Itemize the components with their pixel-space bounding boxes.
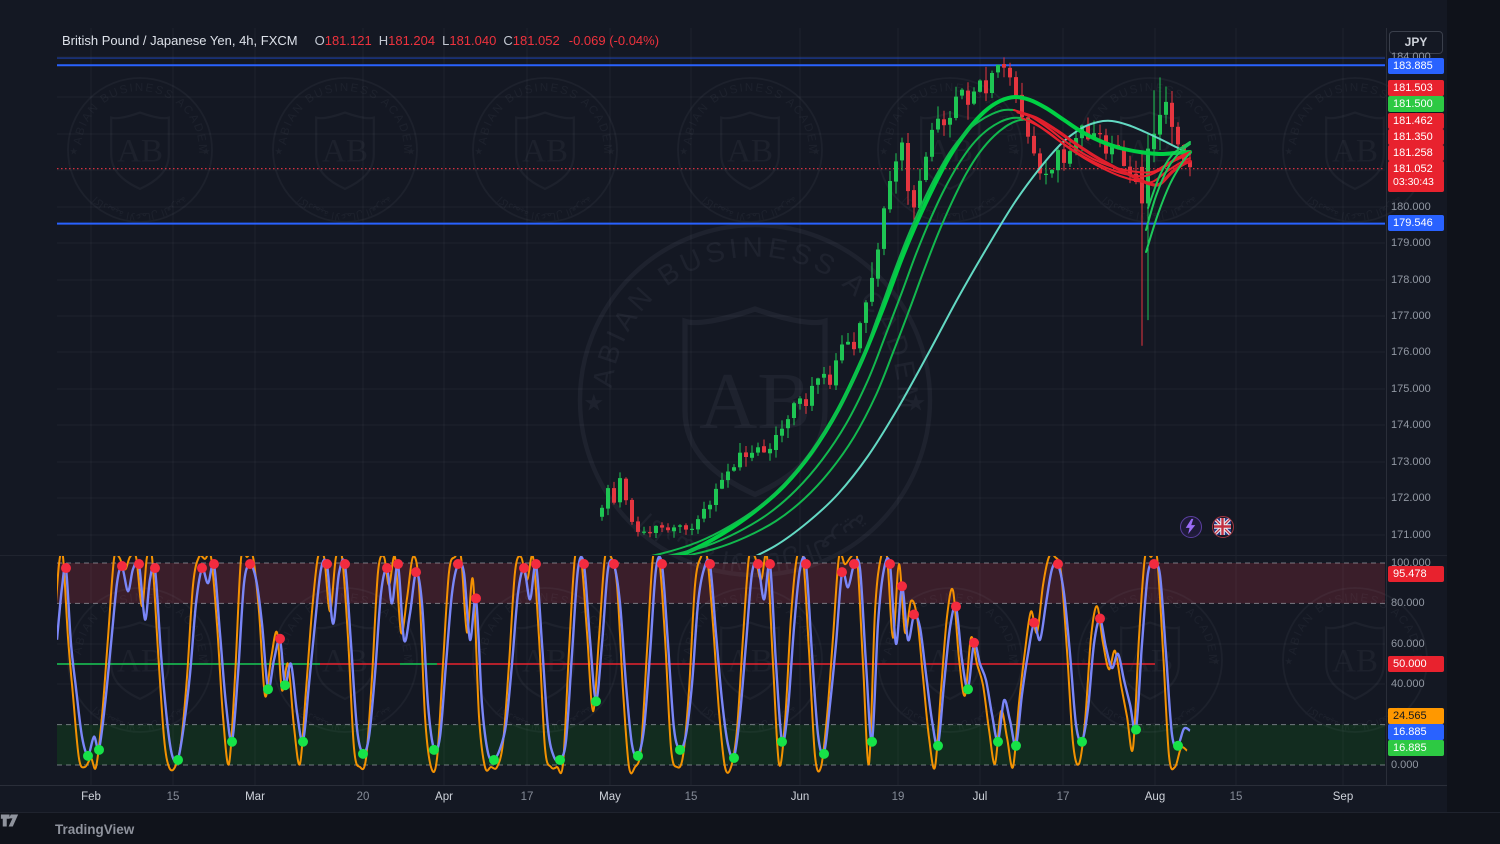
price-tag-183.885[interactable]: 183.885 (1388, 58, 1444, 74)
countdown-timer: 03:30:43 (1393, 176, 1444, 189)
time-label-15: 15 (1230, 791, 1243, 803)
ohlc-close-label: C (503, 33, 512, 48)
tradingview-logo[interactable]: TradingView (55, 822, 134, 837)
time-label-17: 17 (1057, 791, 1070, 803)
price-grid-label: 175.000 (1391, 382, 1447, 397)
price-grid-label: 171.000 (1391, 528, 1447, 543)
ohlc-low-value: 181.040 (449, 33, 496, 48)
price-tag-181.503[interactable]: 181.503 (1388, 80, 1444, 96)
oscillator-grid-label: 40.000 (1391, 677, 1447, 692)
time-label-20: 20 (357, 791, 370, 803)
lightning-icon[interactable] (1180, 516, 1202, 538)
price-change: -0.069 (-0.04%) (569, 33, 659, 48)
oscillator-tag-95.478[interactable]: 95.478 (1388, 566, 1444, 582)
chart-canvas[interactable]: ARABIAN BUSINESS ACADEMYأكاديمية الأعمال… (0, 0, 1500, 844)
price-grid-label: 176.000 (1391, 345, 1447, 360)
time-label-Jun: Jun (791, 791, 810, 803)
price-grid-label: 177.000 (1391, 309, 1447, 324)
oscillator-tag-24.565[interactable]: 24.565 (1388, 708, 1444, 724)
time-label-Apr: Apr (435, 791, 453, 803)
time-label-19: 19 (892, 791, 905, 803)
oscillator-grid-label: 0.000 (1391, 758, 1447, 773)
tradingview-logo-icon (0, 813, 19, 828)
time-label-Aug: Aug (1145, 791, 1165, 803)
price-grid-label: 172.000 (1391, 491, 1447, 506)
oscillator-tag-16.885[interactable]: 16.885 (1388, 740, 1444, 756)
price-tag-179.546[interactable]: 179.546 (1388, 215, 1444, 231)
time-label-Mar: Mar (245, 791, 265, 803)
tradingview-logo-text: TradingView (55, 822, 134, 837)
ohlc-open-value: 181.121 (325, 33, 372, 48)
price-tag-181.258[interactable]: 181.258 (1388, 145, 1444, 161)
ohlc-close-value: 181.052 (513, 33, 560, 48)
oscillator-tag-16.885[interactable]: 16.885 (1388, 724, 1444, 740)
footer-bar: TradingView (0, 812, 1500, 844)
price-grid-label: 178.000 (1391, 273, 1447, 288)
price-tag-181.350[interactable]: 181.350 (1388, 129, 1444, 145)
price-grid-label: 174.000 (1391, 418, 1447, 433)
symbol-title-bar[interactable]: British Pound / Japanese Yen, 4h, FXCMO1… (62, 33, 659, 48)
time-label-Sep: Sep (1333, 791, 1353, 803)
price-grid-label: 180.000 (1391, 200, 1447, 215)
time-label-15: 15 (167, 791, 180, 803)
tradingview-chart-window: { "header": { "title": "British Pound / … (0, 0, 1500, 844)
oscillator-grid-label: 60.000 (1391, 637, 1447, 652)
price-tag-181.052[interactable]: 181.05203:30:43 (1388, 161, 1444, 192)
price-grid-label: 179.000 (1391, 236, 1447, 251)
oscillator-tag-50.000[interactable]: 50.000 (1388, 656, 1444, 672)
symbol-name[interactable]: British Pound / Japanese Yen, 4h, FXCM (62, 33, 298, 48)
time-label-Jul: Jul (973, 791, 988, 803)
ohlc-high-value: 181.204 (388, 33, 435, 48)
gbp-flag-icon[interactable] (1212, 516, 1234, 538)
moving-averages (620, 97, 1190, 566)
time-label-May: May (599, 791, 621, 803)
time-label-15: 15 (685, 791, 698, 803)
time-label-Feb: Feb (81, 791, 101, 803)
price-tag-181.462[interactable]: 181.462 (1388, 113, 1444, 129)
oscillator-grid-label: 80.000 (1391, 596, 1447, 611)
price-grid-label: 173.000 (1391, 455, 1447, 470)
ohlc-high-label: H (379, 33, 388, 48)
ohlc-open-label: O (315, 33, 325, 48)
price-tag-181.500[interactable]: 181.500 (1388, 96, 1444, 112)
time-label-17: 17 (521, 791, 534, 803)
